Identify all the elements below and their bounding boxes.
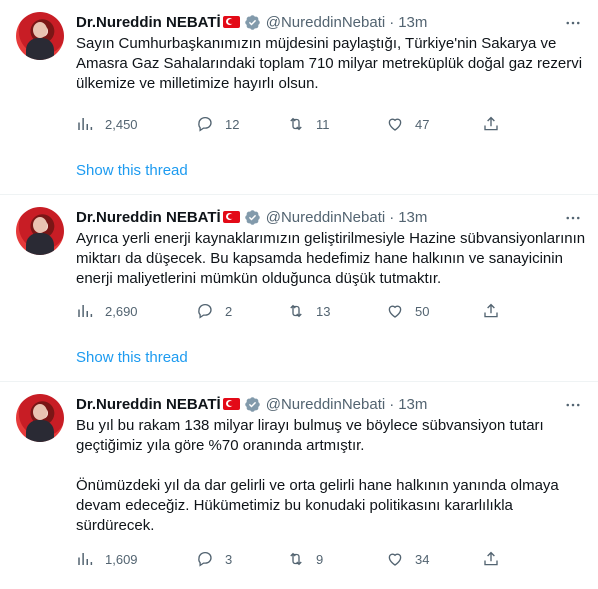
like-count: 47 <box>415 116 430 132</box>
reply-button[interactable]: 12 <box>196 114 239 134</box>
separator-dot: · <box>389 13 395 31</box>
separator-dot: · <box>389 208 395 226</box>
turkey-flag-icon <box>222 211 240 223</box>
more-options-icon[interactable] <box>564 14 582 32</box>
retweet-count: 13 <box>316 303 331 319</box>
tweet-text: Ayrıca yerli enerji kaynaklarımızın geli… <box>76 230 586 287</box>
tweet[interactable]: Dr.Nureddin NEBATİ @NureddinNebati · 13m… <box>0 0 598 194</box>
avatar[interactable] <box>16 207 64 255</box>
reply-count: 12 <box>225 116 240 132</box>
tweet-actions: 1,609 3 9 34 <box>76 549 506 569</box>
author-handle[interactable]: @NureddinNebati <box>266 209 385 226</box>
tweet[interactable]: Dr.Nureddin NEBATİ @NureddinNebati · 13m… <box>0 382 598 589</box>
author-name[interactable]: Dr.Nureddin NEBATİ <box>76 396 221 413</box>
tweet-text: Sayın Cumhurbaşkanımızın müjdesini payla… <box>76 35 583 92</box>
share-button[interactable] <box>482 114 500 134</box>
avatar[interactable] <box>16 12 64 60</box>
tweet[interactable]: Dr.Nureddin NEBATİ @NureddinNebati · 13m… <box>0 195 598 381</box>
like-button[interactable]: 47 <box>386 114 429 134</box>
retweet-button[interactable]: 11 <box>287 114 330 134</box>
tweet-header: Dr.Nureddin NEBATİ @NureddinNebati · 13m <box>76 207 427 227</box>
share-icon <box>484 303 498 318</box>
analytics-icon <box>78 553 93 565</box>
reply-icon <box>198 116 212 132</box>
tweet-actions: 2,450 12 11 47 <box>76 114 506 134</box>
share-button[interactable] <box>482 301 500 321</box>
retweet-button[interactable]: 13 <box>287 301 330 321</box>
analytics-icon <box>78 305 93 317</box>
views-button[interactable]: 1,609 <box>76 549 138 569</box>
show-thread-link[interactable]: Show this thread <box>76 162 188 179</box>
verified-badge-icon <box>244 209 261 226</box>
reply-count: 3 <box>225 551 233 567</box>
share-button[interactable] <box>482 549 500 569</box>
turkey-flag-icon <box>222 398 240 410</box>
views-button[interactable]: 2,690 <box>76 301 138 321</box>
heart-icon <box>388 305 402 318</box>
views-count: 1,609 <box>105 551 138 567</box>
show-thread-link[interactable]: Show this thread <box>76 349 188 366</box>
like-button[interactable]: 34 <box>386 549 429 569</box>
reply-icon <box>198 551 212 567</box>
heart-icon <box>388 553 402 566</box>
turkey-flag-icon <box>222 16 240 28</box>
verified-badge-icon <box>244 396 261 413</box>
retweet-icon <box>290 117 302 131</box>
heart-icon <box>388 118 402 131</box>
timestamp[interactable]: 13m <box>398 209 427 226</box>
tweet-header: Dr.Nureddin NEBATİ @NureddinNebati · 13m <box>76 394 427 414</box>
author-name[interactable]: Dr.Nureddin NEBATİ <box>76 14 221 31</box>
retweet-icon <box>290 304 302 318</box>
author-handle[interactable]: @NureddinNebati <box>266 396 385 413</box>
views-button[interactable]: 2,450 <box>76 114 138 134</box>
author-handle[interactable]: @NureddinNebati <box>266 14 385 31</box>
views-count: 2,690 <box>105 303 138 319</box>
retweet-count: 9 <box>316 551 324 567</box>
share-icon <box>484 551 498 566</box>
analytics-icon <box>78 118 93 130</box>
tweet-actions: 2,690 2 13 50 <box>76 301 506 321</box>
retweet-count: 11 <box>316 116 330 132</box>
avatar[interactable] <box>16 394 64 442</box>
share-icon <box>484 116 498 131</box>
tweet-text: Bu yıl bu rakam 138 milyar lirayı bulmuş… <box>76 417 559 534</box>
timestamp[interactable]: 13m <box>398 396 427 413</box>
more-options-icon[interactable] <box>564 209 582 227</box>
like-count: 50 <box>415 303 430 319</box>
reply-button[interactable]: 3 <box>196 549 232 569</box>
separator-dot: · <box>389 395 395 413</box>
retweet-button[interactable]: 9 <box>287 549 323 569</box>
author-name[interactable]: Dr.Nureddin NEBATİ <box>76 209 221 226</box>
reply-icon <box>198 303 212 319</box>
views-count: 2,450 <box>105 116 138 132</box>
like-button[interactable]: 50 <box>386 301 429 321</box>
like-count: 34 <box>415 551 430 567</box>
verified-badge-icon <box>244 14 261 31</box>
timestamp[interactable]: 13m <box>398 14 427 31</box>
tweet-header: Dr.Nureddin NEBATİ @NureddinNebati · 13m <box>76 12 427 32</box>
retweet-icon <box>290 552 302 566</box>
reply-button[interactable]: 2 <box>196 301 232 321</box>
more-options-icon[interactable] <box>564 396 582 414</box>
reply-count: 2 <box>225 303 233 319</box>
